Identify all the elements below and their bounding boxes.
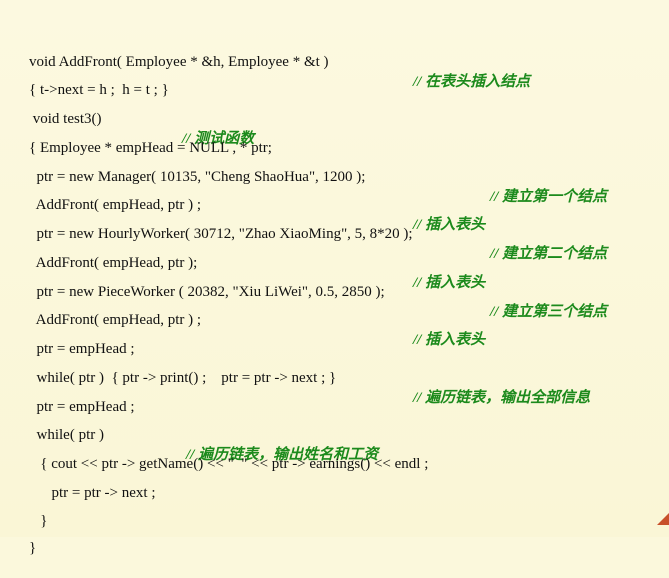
code-comment: // 插入表头 — [413, 217, 486, 233]
code-text: { t->next = h ; h = t ; } — [29, 82, 169, 98]
code-text: AddFront( empHead, ptr ) ; — [29, 312, 202, 328]
code-comment: // 建立第三个结点 — [490, 304, 608, 320]
code-text: while( ptr ) — [29, 427, 104, 443]
code-text: { Employee * empHead = NULL , * ptr; — [29, 140, 272, 156]
code-text: void AddFront( Employee * &h, Employee *… — [29, 54, 329, 70]
code-text: } — [29, 513, 48, 529]
code-comment: // 建立第二个结点 — [490, 246, 608, 262]
slide-background: void AddFront( Employee * &h, Employee *… — [0, 0, 669, 556]
code-text: { cout << ptr -> getName() << " " << ptr… — [29, 456, 429, 472]
code-text: ptr = new PieceWorker ( 20382, "Xiu LiWe… — [29, 284, 385, 300]
code-text: ptr = empHead ; — [29, 399, 135, 415]
code-comment: // 插入表头 — [413, 332, 486, 348]
code-text: ptr = new Manager( 10135, "Cheng ShaoHua… — [29, 169, 366, 185]
code-text: void test3() — [29, 111, 102, 127]
code-text: AddFront( empHead, ptr ); — [29, 255, 198, 271]
code-text: } — [29, 540, 37, 556]
code-text: AddFront( empHead, ptr ) ; — [29, 197, 202, 213]
code-comment: // 建立第一个结点 — [490, 189, 608, 205]
code-line-18: } — [0, 518, 36, 578]
code-text: ptr = ptr -> next ; — [29, 485, 156, 501]
code-text: while( ptr ) { ptr -> print() ; ptr = pt… — [29, 370, 337, 386]
code-comment: // 遍历链表，输出全部信息 — [413, 390, 591, 406]
corner-accent-icon — [657, 513, 669, 525]
code-text: ptr = empHead ; — [29, 341, 135, 357]
code-text: ptr = new HourlyWorker( 30712, "Zhao Xia… — [29, 226, 413, 242]
code-comment: // 插入表头 — [413, 275, 486, 291]
code-comment: // 在表头插入结点 — [413, 74, 531, 90]
